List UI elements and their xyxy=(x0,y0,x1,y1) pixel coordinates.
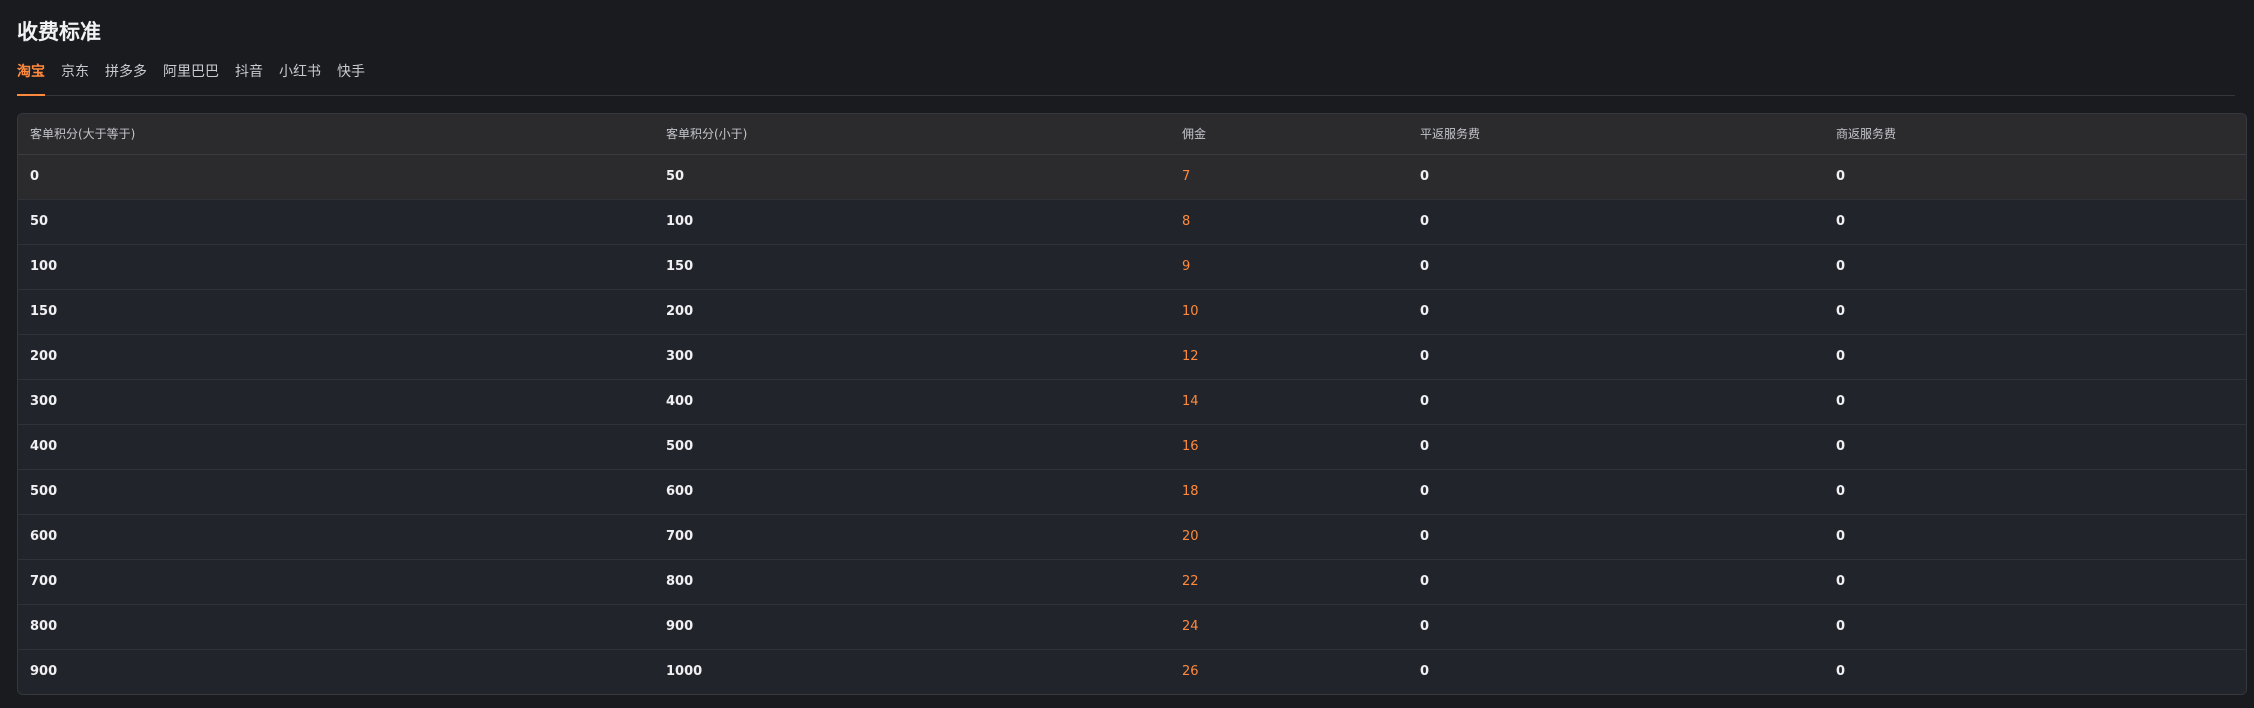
cell-flat-return-fee: 0 xyxy=(1408,154,1824,200)
table-row: 0 50 7 0 0 xyxy=(18,154,2246,200)
cell-merchant-return-fee: 0 xyxy=(1824,379,2246,425)
table-header-row: 客单积分(大于等于) 客单积分(小于) 佣金 平返服务费 商返服务费 xyxy=(18,114,2246,155)
cell-merchant-return-fee: 0 xyxy=(1824,244,2246,290)
cell-min-points: 150 xyxy=(18,289,654,335)
cell-max-points: 900 xyxy=(654,604,1170,650)
cell-merchant-return-fee: 0 xyxy=(1824,604,2246,650)
table-row: 600 700 20 0 0 xyxy=(18,514,2246,560)
cell-max-points: 50 xyxy=(654,154,1170,200)
cell-flat-return-fee: 0 xyxy=(1420,664,1430,680)
fee-table-body: 0 50 7 0 0 50 100 8 0 0 100 150 9 0 0 150 200 10 0 0 200 300 1… xyxy=(18,154,2246,694)
cell-flat-return-fee: 0 xyxy=(1408,469,1824,515)
table-row: 50 100 8 0 0 xyxy=(18,199,2246,245)
cell-merchant-return-fee: 0 xyxy=(1824,199,2246,245)
cell-commission: 8 xyxy=(1170,199,1408,245)
cell-commission: 20 xyxy=(1170,514,1408,560)
cell-max-points: 400 xyxy=(654,379,1170,425)
cell-flat-return-fee: 0 xyxy=(1408,604,1824,650)
table-row: 200 300 12 0 0 xyxy=(18,334,2246,380)
cell-commission: 9 xyxy=(1170,244,1408,290)
cell-commission: 22 xyxy=(1170,559,1408,605)
table-row: 300 400 14 0 0 xyxy=(18,379,2246,425)
cell-max-points: 600 xyxy=(654,469,1170,515)
table-row: 150 200 10 0 0 xyxy=(18,289,2246,335)
tab-pinduoduo[interactable]: 拼多多 xyxy=(105,60,147,96)
cell-min-points: 0 xyxy=(18,154,654,200)
cell-max-points: 700 xyxy=(654,514,1170,560)
cell-merchant-return-fee: 0 xyxy=(1824,289,2246,335)
page-title: 收费标准 xyxy=(17,20,101,44)
platform-tabs: 淘宝 京东 拼多多 阿里巴巴 抖音 小红书 快手 xyxy=(17,60,2235,96)
cell-max-points: 200 xyxy=(654,289,1170,335)
header-max-points: 客单积分(小于) xyxy=(654,114,1170,155)
cell-min-points: 800 xyxy=(18,604,654,650)
header-merchant-return-fee: 商返服务费 xyxy=(1824,114,2246,155)
cell-max-points: 300 xyxy=(654,334,1170,380)
cell-flat-return-fee: 0 xyxy=(1408,559,1824,605)
cell-flat-return-fee: 0 xyxy=(1408,379,1824,425)
cell-flat-return-fee: 0 xyxy=(1408,199,1824,245)
cell-max-points: 1000 xyxy=(666,664,703,680)
table-row: 900 1000 26 0 0 xyxy=(18,649,2246,694)
cell-commission: 10 xyxy=(1170,289,1408,335)
cell-min-points: 200 xyxy=(18,334,654,380)
cell-merchant-return-fee: 0 xyxy=(1824,469,2246,515)
cell-flat-return-fee: 0 xyxy=(1408,424,1824,470)
cell-flat-return-fee: 0 xyxy=(1408,334,1824,380)
cell-commission: 18 xyxy=(1170,469,1408,515)
cell-min-points: 300 xyxy=(18,379,654,425)
cell-merchant-return-fee: 0 xyxy=(1824,559,2246,605)
cell-min-points: 500 xyxy=(18,469,654,515)
header-commission: 佣金 xyxy=(1170,114,1408,155)
table-row: 800 900 24 0 0 xyxy=(18,604,2246,650)
tab-alibaba[interactable]: 阿里巴巴 xyxy=(163,60,219,96)
cell-merchant-return-fee: 0 xyxy=(1824,424,2246,470)
tab-jd[interactable]: 京东 xyxy=(61,60,89,96)
cell-merchant-return-fee: 0 xyxy=(1824,334,2246,380)
cell-commission: 7 xyxy=(1170,154,1408,200)
cell-min-points: 400 xyxy=(18,424,654,470)
table-row: 100 150 9 0 0 xyxy=(18,244,2246,290)
table-row: 700 800 22 0 0 xyxy=(18,559,2246,605)
fee-standard-page: 收费标准 淘宝 京东 拼多多 阿里巴巴 抖音 小红书 快手 客单积分(大于等于) 客单积分(小… xyxy=(0,0,2254,708)
cell-min-points: 900 xyxy=(30,664,58,680)
cell-commission: 14 xyxy=(1170,379,1408,425)
tab-douyin[interactable]: 抖音 xyxy=(235,60,263,96)
cell-commission: 26 xyxy=(1182,664,1199,680)
header-flat-return-fee: 平返服务费 xyxy=(1408,114,1824,155)
cell-flat-return-fee: 0 xyxy=(1408,289,1824,335)
cell-max-points: 100 xyxy=(654,199,1170,245)
cell-merchant-return-fee: 0 xyxy=(1824,154,2246,200)
fee-table: 客单积分(大于等于) 客单积分(小于) 佣金 平返服务费 商返服务费 0 50 7 0 0 50 1… xyxy=(18,114,2246,694)
cell-commission: 24 xyxy=(1170,604,1408,650)
cell-min-points: 600 xyxy=(18,514,654,560)
cell-max-points: 150 xyxy=(654,244,1170,290)
cell-min-points: 100 xyxy=(18,244,654,290)
cell-commission: 12 xyxy=(1170,334,1408,380)
cell-merchant-return-fee: 0 xyxy=(1824,514,2246,560)
cell-commission: 16 xyxy=(1170,424,1408,470)
cell-max-points: 500 xyxy=(654,424,1170,470)
cell-max-points: 800 xyxy=(654,559,1170,605)
tab-xiaohongshu[interactable]: 小红书 xyxy=(279,60,321,96)
cell-min-points: 50 xyxy=(18,199,654,245)
table-row: 500 600 18 0 0 xyxy=(18,469,2246,515)
cell-flat-return-fee: 0 xyxy=(1408,244,1824,290)
cell-flat-return-fee: 0 xyxy=(1408,514,1824,560)
tab-taobao[interactable]: 淘宝 xyxy=(17,60,45,96)
tab-kuaishou[interactable]: 快手 xyxy=(337,60,365,96)
fee-table-header: 客单积分(大于等于) 客单积分(小于) 佣金 平返服务费 商返服务费 xyxy=(18,114,2246,155)
cell-min-points: 700 xyxy=(18,559,654,605)
fee-table-container: 客单积分(大于等于) 客单积分(小于) 佣金 平返服务费 商返服务费 0 50 7 0 0 50 1… xyxy=(17,113,2247,695)
cell-merchant-return-fee: 0 xyxy=(1836,664,1846,680)
table-row: 400 500 16 0 0 xyxy=(18,424,2246,470)
header-min-points: 客单积分(大于等于) xyxy=(18,114,654,155)
